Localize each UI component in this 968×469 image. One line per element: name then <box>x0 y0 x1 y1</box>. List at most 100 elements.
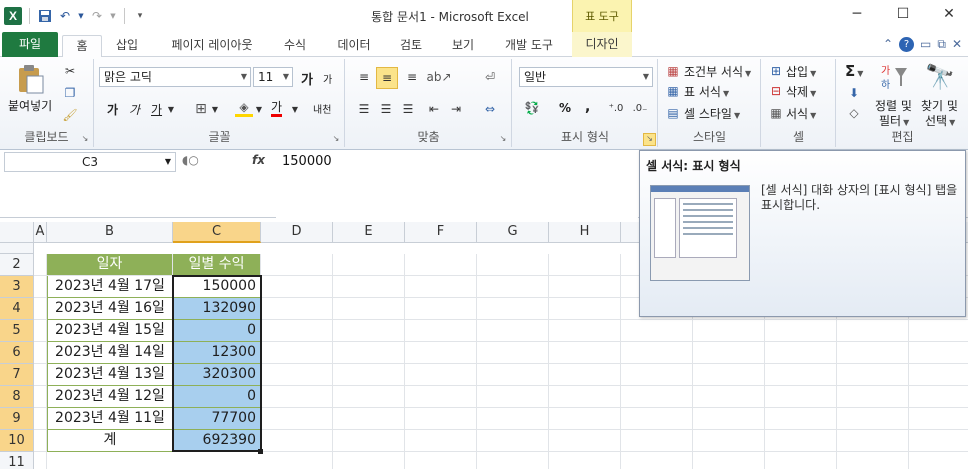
row-header[interactable]: 9 <box>0 408 34 430</box>
fill-handle[interactable] <box>258 449 263 454</box>
border-icon[interactable]: ⊞ <box>193 101 209 117</box>
clear-icon[interactable]: ◇ <box>845 105 863 121</box>
row-header[interactable]: 7 <box>0 364 34 386</box>
table-cell-revenue[interactable]: 77700 <box>173 408 261 430</box>
table-header-revenue[interactable]: 일별 수익 <box>173 254 261 276</box>
grid-cell[interactable] <box>477 276 549 298</box>
grid-cell[interactable] <box>34 254 47 276</box>
number-format-launcher-icon[interactable]: ↘ <box>643 133 656 146</box>
grid-cell[interactable] <box>405 254 477 276</box>
delete-cells-icon[interactable]: ⊟ <box>768 83 784 99</box>
maximize-button[interactable]: ☐ <box>888 6 918 22</box>
doc-restore-icon[interactable]: ⧉ <box>937 37 946 52</box>
bold-button[interactable]: 가 <box>107 101 118 118</box>
grid-cell[interactable] <box>909 342 968 364</box>
paste-label[interactable]: 붙여넣기 <box>8 97 52 114</box>
grid-cell[interactable] <box>621 430 693 452</box>
grid-cell[interactable] <box>405 320 477 342</box>
grid-cell[interactable] <box>333 320 405 342</box>
table-cell-revenue[interactable]: 132090 <box>173 298 261 320</box>
grid-cell[interactable] <box>333 408 405 430</box>
grid-cell[interactable] <box>477 408 549 430</box>
row-header[interactable]: 6 <box>0 342 34 364</box>
grid-cell[interactable] <box>477 298 549 320</box>
row-header[interactable]: 11 <box>0 452 34 469</box>
merge-center-icon[interactable]: ⇔ <box>480 99 500 119</box>
chevron-down-icon[interactable]: ▼ <box>291 103 299 115</box>
grid-cell[interactable] <box>261 320 333 342</box>
grid-cell[interactable] <box>333 342 405 364</box>
align-top-icon[interactable]: ≡ <box>354 67 374 87</box>
font-color-button[interactable]: 가 <box>271 100 283 117</box>
select-all-corner[interactable] <box>0 222 34 243</box>
grid-cell[interactable] <box>621 452 693 469</box>
chevron-down-icon[interactable]: ▼ <box>255 103 263 115</box>
autosum-button[interactable]: Σ ▼ <box>845 62 863 80</box>
grid-cell[interactable] <box>34 276 47 298</box>
grid-cell[interactable] <box>549 386 621 408</box>
number-format-dropdown[interactable]: 일반 ▼ <box>519 67 653 87</box>
redo-dropdown-icon[interactable]: ▼ <box>109 8 117 24</box>
grid-cell[interactable] <box>405 364 477 386</box>
row-header[interactable]: 10 <box>0 430 34 452</box>
grid-cell[interactable] <box>34 408 47 430</box>
wrap-text-icon[interactable]: ⏎ <box>480 67 500 87</box>
grid-cell[interactable] <box>405 386 477 408</box>
grid-cell[interactable] <box>765 342 837 364</box>
grid-cell[interactable] <box>477 430 549 452</box>
undo-icon[interactable]: ↶ <box>57 8 73 24</box>
grid-cell[interactable] <box>909 364 968 386</box>
tab-design[interactable]: 디자인 <box>572 32 632 57</box>
grid-cell[interactable] <box>261 386 333 408</box>
grid-cell[interactable] <box>333 386 405 408</box>
grid-cell[interactable] <box>837 386 909 408</box>
grid-cell[interactable] <box>34 430 47 452</box>
doc-close-icon[interactable]: ✕ <box>952 37 962 51</box>
comma-style-button[interactable]: , <box>585 99 590 115</box>
cell-styles-button[interactable]: 셀 스타일 ▼ <box>684 105 740 122</box>
format-as-table-icon[interactable]: ▦ <box>665 83 681 99</box>
table-cell-date[interactable]: 2023년 4월 11일 <box>47 408 173 430</box>
grid-cell[interactable] <box>693 386 765 408</box>
cell-styles-icon[interactable]: ▤ <box>665 105 681 121</box>
grid-cell[interactable] <box>837 430 909 452</box>
grid-cell[interactable] <box>693 364 765 386</box>
doc-minimize-icon[interactable]: ▭ <box>920 37 931 51</box>
grid-cell[interactable] <box>261 364 333 386</box>
grid-cell[interactable] <box>765 408 837 430</box>
grid-cell[interactable] <box>621 320 693 342</box>
font-launcher-icon[interactable]: ↘ <box>331 134 341 144</box>
collapse-ribbon-icon[interactable]: ⌃ <box>883 37 893 51</box>
table-cell-date[interactable]: 계 <box>47 430 173 452</box>
cut-icon[interactable]: ✂ <box>62 63 78 79</box>
minimize-button[interactable]: ─ <box>842 6 872 22</box>
clipboard-launcher-icon[interactable]: ↘ <box>80 134 90 144</box>
name-box[interactable]: C3 ▼ <box>4 152 176 172</box>
paste-icon[interactable] <box>16 63 46 95</box>
increase-indent-icon[interactable]: ⇥ <box>446 99 466 119</box>
fill-color-icon[interactable]: ◈ <box>235 99 253 117</box>
table-cell-date[interactable]: 2023년 4월 16일 <box>47 298 173 320</box>
align-middle-icon[interactable]: ≡ <box>376 67 398 89</box>
grid-cell[interactable] <box>765 320 837 342</box>
grid-cell[interactable] <box>405 430 477 452</box>
align-center-icon[interactable]: ☰ <box>376 99 396 119</box>
grid-cell[interactable] <box>34 298 47 320</box>
fill-icon[interactable]: ⬇ <box>845 85 863 101</box>
grid-cell[interactable] <box>261 408 333 430</box>
grid-cell[interactable] <box>549 452 621 469</box>
redo-icon[interactable]: ↷ <box>89 8 105 24</box>
table-cell-revenue[interactable]: 0 <box>173 320 261 342</box>
grid-cell[interactable] <box>549 364 621 386</box>
font-size-dropdown[interactable]: 11 ▼ <box>253 67 293 87</box>
grid-cell[interactable] <box>765 452 837 469</box>
grid-cell[interactable] <box>333 364 405 386</box>
row-header[interactable]: 4 <box>0 298 34 320</box>
phonetic-button[interactable]: 내천 <box>313 101 331 116</box>
grid-cell[interactable] <box>477 452 549 469</box>
table-cell-date[interactable]: 2023년 4월 14일 <box>47 342 173 364</box>
grid-cell[interactable] <box>261 276 333 298</box>
grid-cell[interactable] <box>765 386 837 408</box>
grid-cell[interactable] <box>549 342 621 364</box>
grid-cell[interactable] <box>34 342 47 364</box>
